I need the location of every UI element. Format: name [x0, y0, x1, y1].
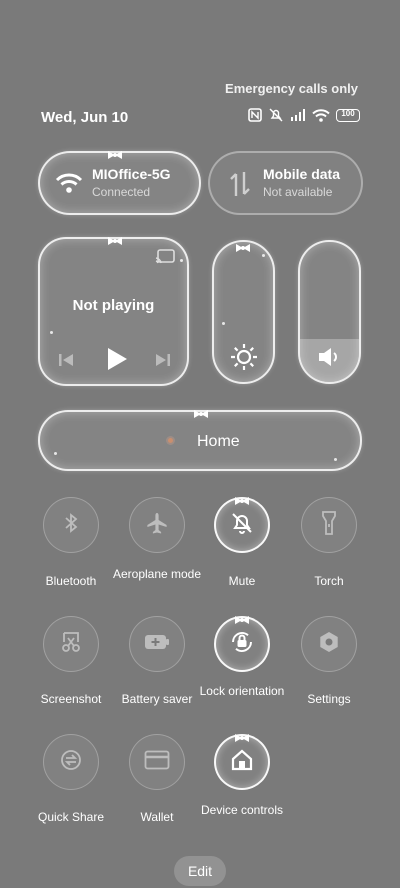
- lock-rotation-icon: [228, 628, 256, 661]
- screenshot-label: Screenshot: [40, 692, 102, 706]
- data-transfer-icon: [228, 170, 252, 203]
- torch-icon: [321, 510, 337, 541]
- media-player-tile[interactable]: Not playing: [38, 237, 189, 386]
- battery-saver-toggle[interactable]: [129, 616, 185, 672]
- bluetooth-label: Bluetooth: [45, 574, 97, 588]
- device-controls-label: Device controls: [200, 803, 284, 817]
- bluetooth-icon: [63, 512, 79, 539]
- nfc-icon: [248, 108, 262, 122]
- wifi-icon: [312, 108, 330, 122]
- wifi-tile[interactable]: MIOffice-5G Connected: [38, 151, 201, 215]
- bow-decoration: [106, 233, 124, 245]
- previous-icon[interactable]: [58, 352, 74, 373]
- home-label: Home: [197, 433, 240, 450]
- screenshot-toggle[interactable]: [43, 616, 99, 672]
- bluetooth-toggle[interactable]: [43, 497, 99, 553]
- sparkle-decoration: [54, 452, 57, 455]
- settings-icon: [317, 630, 341, 659]
- sparkle-decoration: [180, 259, 183, 262]
- quick-share-icon: [59, 748, 83, 777]
- wallet-toggle[interactable]: [129, 734, 185, 790]
- play-icon[interactable]: [106, 347, 128, 376]
- wifi-network-name: MIOffice-5G: [92, 166, 171, 182]
- settings-toggle[interactable]: [301, 616, 357, 672]
- home-dot-icon: [166, 436, 175, 445]
- bow-decoration: [106, 147, 124, 159]
- device-controls-icon: [230, 748, 254, 777]
- lock-orientation-label: Lock orientation: [199, 684, 285, 698]
- torch-label: Torch: [314, 574, 344, 588]
- battery-saver-label: Battery saver: [121, 692, 193, 706]
- wifi-status: Connected: [92, 185, 151, 199]
- wifi-icon: [55, 172, 83, 199]
- brightness-slider[interactable]: [212, 240, 275, 384]
- aeroplane-mode-label: Aeroplane mode: [112, 567, 202, 581]
- battery-icon: 100: [336, 108, 360, 122]
- bow-decoration: [192, 406, 210, 418]
- airplane-icon: [145, 511, 169, 540]
- next-icon[interactable]: [155, 352, 171, 373]
- date-text: Wed, Jun 10: [41, 109, 129, 126]
- sparkle-decoration: [334, 458, 337, 461]
- mobile-data-tile[interactable]: Mobile data Not available: [208, 151, 363, 215]
- lock-orientation-toggle[interactable]: [214, 616, 270, 672]
- quick-share-label: Quick Share: [37, 810, 105, 824]
- device-controls-toggle[interactable]: [214, 734, 270, 790]
- home-tile[interactable]: Home: [38, 410, 362, 471]
- battery-saver-icon: [144, 633, 170, 656]
- edit-button[interactable]: Edit: [174, 856, 226, 886]
- media-status: Not playing: [72, 297, 155, 314]
- status-icons: 100: [248, 108, 360, 122]
- wallet-icon: [144, 750, 170, 775]
- wallet-label: Wallet: [140, 810, 174, 824]
- mute-toggle[interactable]: [214, 497, 270, 553]
- battery-level-text: 100: [341, 108, 355, 118]
- quick-share-toggle[interactable]: [43, 734, 99, 790]
- cast-icon[interactable]: [155, 249, 175, 270]
- sparkle-decoration: [222, 322, 225, 325]
- mute-label: Mute: [228, 574, 256, 588]
- sparkle-decoration: [50, 331, 53, 334]
- mute-icon: [268, 108, 284, 122]
- torch-toggle[interactable]: [301, 497, 357, 553]
- bow-decoration: [233, 493, 251, 505]
- sparkle-decoration: [262, 254, 265, 257]
- signal-icon: [290, 109, 306, 121]
- emergency-calls-text: Emergency calls only: [225, 81, 358, 96]
- volume-slider[interactable]: [298, 240, 361, 384]
- bow-decoration: [233, 612, 251, 624]
- bow-decoration: [233, 730, 251, 742]
- mobile-data-title: Mobile data: [263, 166, 341, 182]
- mobile-data-status: Not available: [263, 185, 333, 199]
- aeroplane-mode-toggle[interactable]: [129, 497, 185, 553]
- settings-label: Settings: [307, 692, 351, 706]
- bow-decoration: [234, 242, 252, 252]
- mute-bell-icon: [230, 511, 254, 540]
- brightness-icon: [230, 343, 258, 376]
- volume-icon: [317, 346, 343, 373]
- screenshot-icon: [59, 630, 83, 659]
